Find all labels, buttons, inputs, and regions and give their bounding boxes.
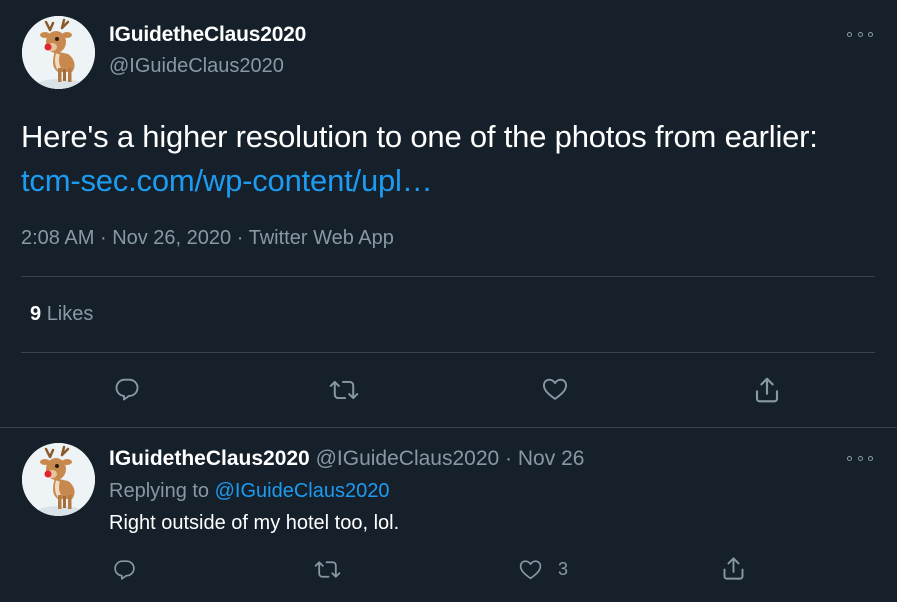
share-button[interactable] xyxy=(752,375,782,405)
tweet-meta: 2:08 AM · Nov 26, 2020 · Twitter Web App xyxy=(21,227,394,250)
likes-label: Likes xyxy=(46,303,94,325)
like-count: 3 xyxy=(558,559,569,579)
retweet-icon xyxy=(314,561,341,578)
reindeer-avatar-icon xyxy=(22,16,95,89)
more-icon[interactable] xyxy=(847,451,873,465)
meta-separator: · xyxy=(505,447,513,470)
replying-to: Replying to @IGuideClaus2020 xyxy=(109,480,389,503)
replying-label: Replying to xyxy=(109,480,210,502)
share-icon xyxy=(723,557,744,580)
reply-button[interactable] xyxy=(112,557,137,582)
like-button[interactable]: 3 xyxy=(517,557,568,582)
reply-icon xyxy=(114,560,135,580)
tweet-thread: IGuidetheClaus2020 @IGuideClaus2020 Here… xyxy=(0,0,897,602)
avatar[interactable] xyxy=(22,16,95,89)
retweet-button[interactable] xyxy=(314,557,341,582)
likes-count: 9 xyxy=(30,303,42,325)
share-button[interactable] xyxy=(720,555,747,582)
like-icon xyxy=(542,378,568,400)
avatar[interactable] xyxy=(22,443,95,516)
tweet-body: Here's a higher resolution to one of the… xyxy=(21,119,818,154)
display-name[interactable]: IGuidetheClaus2020 xyxy=(109,23,306,47)
reply-text: Right outside of my hotel too, lol. xyxy=(109,512,400,534)
divider xyxy=(21,352,875,353)
likes-stat[interactable]: 9 Likes xyxy=(30,303,93,326)
reply-icon xyxy=(115,378,139,401)
tweet-source[interactable]: Twitter Web App xyxy=(249,227,394,249)
divider xyxy=(21,276,875,277)
more-icon[interactable] xyxy=(847,27,873,41)
reply-header: IGuidetheClaus2020 @IGuideClaus2020 · No… xyxy=(109,447,584,471)
user-handle[interactable]: @IGuideClaus2020 xyxy=(316,447,500,470)
display-name[interactable]: IGuidetheClaus2020 xyxy=(109,447,310,470)
tweet-date[interactable]: Nov 26 xyxy=(518,447,585,470)
meta-separator: · xyxy=(99,227,107,249)
main-tweet: IGuidetheClaus2020 @IGuideClaus2020 Here… xyxy=(0,0,897,427)
retweet-button[interactable] xyxy=(329,376,359,404)
tweet-link[interactable]: tcm-sec.com/wp-content/upl… xyxy=(21,163,433,198)
like-icon xyxy=(519,560,542,580)
tweet-time[interactable]: 2:08 AM xyxy=(21,227,94,249)
reindeer-avatar-icon xyxy=(22,443,95,516)
user-handle[interactable]: @IGuideClaus2020 xyxy=(109,55,284,78)
share-icon xyxy=(755,377,779,403)
like-button[interactable] xyxy=(540,375,570,403)
tweet-text: Here's a higher resolution to one of the… xyxy=(21,115,881,203)
tweet-date[interactable]: Nov 26, 2020 xyxy=(112,227,231,249)
meta-separator-2: · xyxy=(236,227,244,249)
divider xyxy=(0,427,897,428)
replying-to-handle[interactable]: @IGuideClaus2020 xyxy=(215,480,390,502)
retweet-icon xyxy=(329,380,359,400)
reply-button[interactable] xyxy=(113,375,141,403)
